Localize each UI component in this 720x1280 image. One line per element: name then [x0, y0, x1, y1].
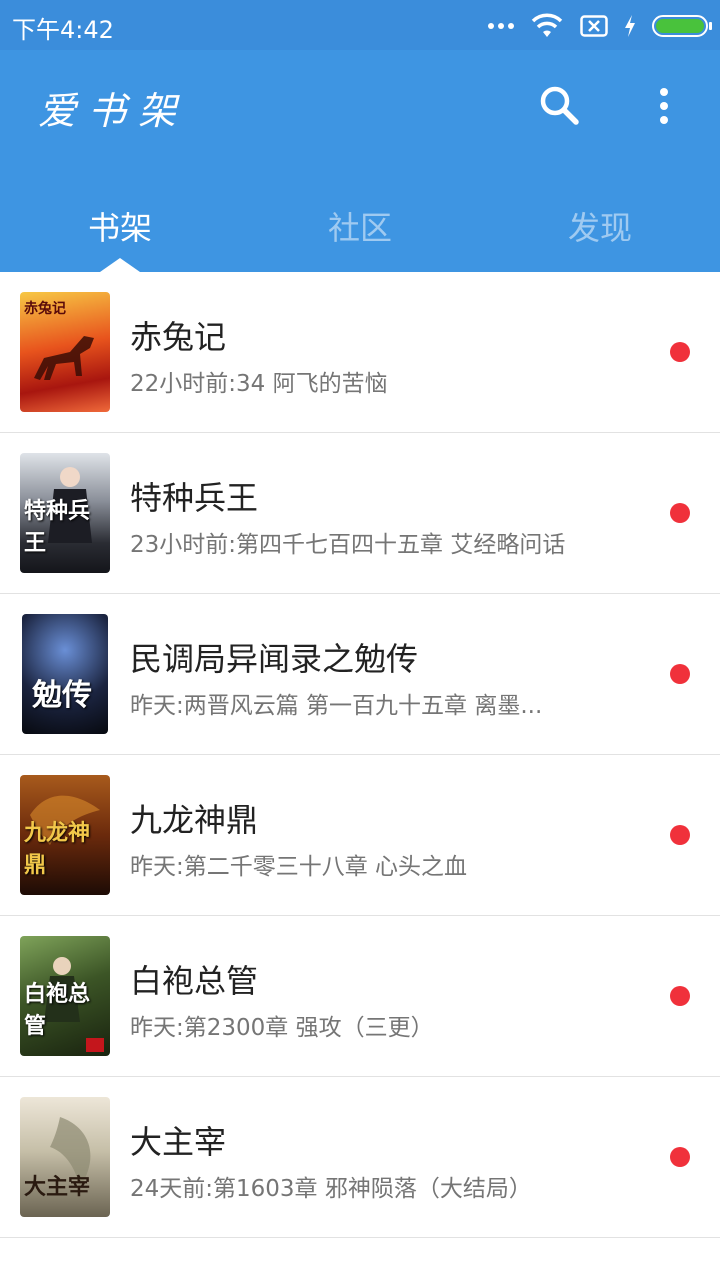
battery-icon [652, 15, 712, 37]
cover-label: 勉传 [32, 678, 92, 713]
book-cover: 九龙神鼎 [20, 775, 110, 895]
book-list: 赤兔记 赤兔记 22小时前:34 阿飞的苦恼 特种兵王 特种兵王 23小时前:第… [0, 272, 720, 1238]
book-row[interactable]: 勉传 民调局异闻录之勉传 昨天:两晋风云篇 第一百九十五章 离墨... [0, 594, 720, 755]
book-cover: 特种兵王 [20, 453, 110, 573]
search-button[interactable] [534, 80, 586, 132]
unread-dot [670, 986, 690, 1006]
cover-label: 特种兵王 [24, 498, 91, 556]
book-title: 大主宰 [130, 1123, 227, 1161]
book-update: 24天前:第1603章 邪神陨落（大结局） [130, 1176, 532, 1202]
book-title: 九龙神鼎 [130, 801, 259, 839]
book-update: 昨天:第二千零三十八章 心头之血 [130, 854, 468, 880]
book-update: 昨天:两晋风云篇 第一百九十五章 离墨... [130, 693, 543, 719]
app-bar: 爱书架 书架 社区 发现 [0, 50, 720, 272]
tab-indicator [100, 258, 140, 272]
book-update: 22小时前:34 阿飞的苦恼 [130, 371, 388, 397]
tab-bar: 书架 社区 发现 [0, 180, 720, 272]
book-row[interactable]: 赤兔记 赤兔记 22小时前:34 阿飞的苦恼 [0, 272, 720, 433]
book-cover: 赤兔记 [20, 292, 110, 412]
unread-dot [670, 342, 690, 362]
book-cover: 勉传 [22, 614, 108, 734]
book-cover: 大主宰 [20, 1097, 110, 1217]
tab-community[interactable]: 社区 [240, 180, 480, 272]
wifi-icon [531, 13, 563, 37]
book-title: 白袍总管 [130, 962, 259, 1000]
search-icon [540, 86, 579, 125]
app-title: 爱书架 [38, 89, 189, 133]
charging-icon [625, 15, 635, 37]
status-time: 下午4:42 [12, 16, 114, 44]
publisher-badge [86, 1038, 104, 1052]
book-update: 昨天:第2300章 强攻（三更） [130, 1015, 434, 1041]
unread-dot [670, 503, 690, 523]
book-title: 特种兵王 [130, 479, 259, 517]
book-update: 23小时前:第四千七百四十五章 艾经略问话 [130, 532, 566, 558]
book-cover: 白袍总管 [20, 936, 110, 1056]
cover-label: 大主宰 [24, 1174, 91, 1200]
book-title: 赤兔记 [130, 318, 227, 356]
book-row[interactable]: 九龙神鼎 九龙神鼎 昨天:第二千零三十八章 心头之血 [0, 755, 720, 916]
unread-dot [670, 1147, 690, 1167]
cover-label: 九龙神鼎 [24, 820, 91, 878]
more-dots-icon [488, 23, 514, 29]
more-options-button[interactable] [640, 80, 688, 132]
book-title: 民调局异闻录之勉传 [130, 640, 419, 678]
no-sim-icon [580, 15, 608, 37]
status-bar: 下午4:42 [0, 0, 720, 50]
cover-label: 白袍总管 [24, 981, 91, 1039]
book-row[interactable]: 大主宰 大主宰 24天前:第1603章 邪神陨落（大结局） [0, 1077, 720, 1238]
more-vert-icon [660, 88, 668, 96]
book-row[interactable]: 白袍总管 白袍总管 昨天:第2300章 强攻（三更） [0, 916, 720, 1077]
status-icons [488, 12, 712, 40]
cover-label: 赤兔记 [24, 301, 66, 317]
unread-dot [670, 664, 690, 684]
tab-discover[interactable]: 发现 [480, 180, 720, 272]
unread-dot [670, 825, 690, 845]
book-row[interactable]: 特种兵王 特种兵王 23小时前:第四千七百四十五章 艾经略问话 [0, 433, 720, 594]
